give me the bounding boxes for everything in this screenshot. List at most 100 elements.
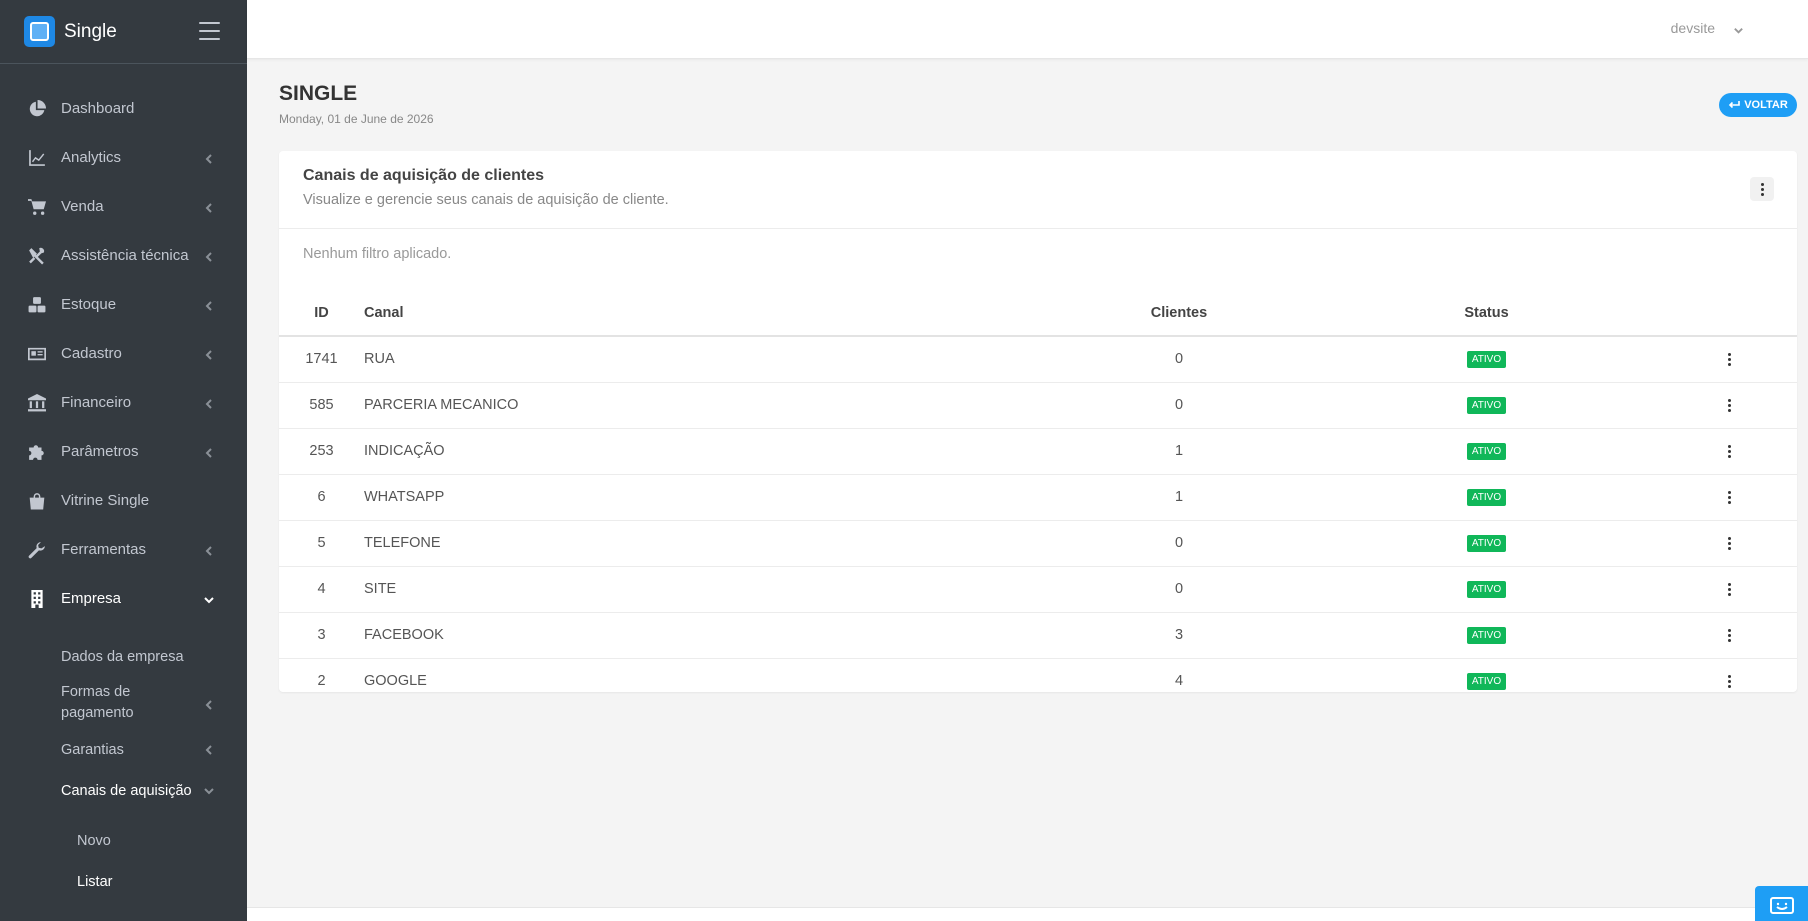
sidebar-item-assistencia-tecnica[interactable]: Assistência técnica [0,231,247,280]
user-name: devsite [1670,20,1715,36]
card-options-button[interactable] [1750,177,1774,201]
sidebar-subitem-label: Canais de aquisição [61,782,192,799]
sidebar-subitem-formas-de-pagamento[interactable]: Formas de pagamento [0,677,247,729]
cell-actions [1655,612,1797,659]
chevron-left-icon [203,201,215,213]
row-options-button[interactable] [1719,395,1739,415]
brand-name: Single [64,20,117,42]
row-options-button[interactable] [1719,671,1739,691]
row-options-button[interactable] [1719,441,1739,461]
cell-actions [1655,474,1797,521]
status-badge: ATIVO [1466,673,1507,691]
sidebar-item-label: Cadastro [61,345,122,362]
cell-status: ATIVO [1318,566,1655,613]
kebab-icon [1727,674,1731,688]
cell-canal: INDICAÇÃO [364,428,1040,475]
chart-pie-icon [28,99,46,118]
kebab-icon [1727,490,1731,504]
user-menu[interactable]: devsite [1671,20,1744,36]
page-title: SINGLE [279,82,358,105]
table-row: 1741 RUA 0 ATIVO [279,336,1797,383]
cell-id: 3 [279,612,364,659]
status-badge: ATIVO [1466,443,1507,460]
shopping-cart-icon [28,198,46,216]
sidebar-subitem-garantias[interactable]: Garantias [0,729,247,770]
table-row: 6 WHATSAPP 1 ATIVO [279,474,1797,521]
cell-clientes: 1 [1040,474,1318,521]
chevron-left-icon [203,348,215,360]
sidebar-item-label: Venda [61,198,104,215]
cell-id: 253 [279,428,364,475]
sidebar-subitem-label: Dados da empresa [61,648,184,665]
table-row: 4 SITE 0 ATIVO [279,566,1797,613]
sidebar-item-ferramentas[interactable]: Ferramentas [0,525,247,574]
sidebar-item-venda[interactable]: Venda [0,182,247,231]
cell-status: ATIVO [1318,474,1655,521]
back-button-label: VOLTAR [1744,99,1788,111]
chart-line-icon [28,149,46,167]
sidebar-subitem-novo[interactable]: Novo [0,820,247,861]
column-header-id[interactable]: ID [279,290,364,337]
status-badge: ATIVO [1466,627,1507,644]
table-header-row: ID Canal Clientes Status [279,290,1797,337]
sidebar-item-vitrine-single[interactable]: Vitrine Single [0,476,247,525]
table-row: 3 FACEBOOK 3 ATIVO [279,612,1797,659]
chevron-left-icon [203,250,215,262]
id-card-icon [28,345,46,363]
sidebar-item-dashboard[interactable]: Dashboard [0,84,247,133]
table-row: 5 TELEFONE 0 ATIVO [279,520,1797,567]
cell-id: 4 [279,566,364,613]
brand-logo-icon [24,16,55,47]
card-subtitle: Visualize e gerencie seus canais de aqui… [303,192,669,208]
sidebar-item-estoque[interactable]: Estoque [0,280,247,329]
cell-status: ATIVO [1318,612,1655,659]
sidebar-subitem-label: Novo [77,832,111,849]
sidebar: Single Dashboard Analytics Venda Assistê… [0,0,247,921]
kebab-icon [1727,398,1731,412]
column-header-clientes[interactable]: Clientes [1040,290,1318,337]
sidebar-subitem-canais-de-aquisicao[interactable]: Canais de aquisição [0,770,247,811]
row-options-button[interactable] [1719,625,1739,645]
column-header-status[interactable]: Status [1318,290,1655,337]
sidebar-subitem-listar[interactable]: Listar [0,861,247,902]
cell-actions [1655,428,1797,475]
sidebar-item-label: Empresa [61,590,122,607]
sidebar-item-analytics[interactable]: Analytics [0,133,247,182]
cell-canal: TELEFONE [364,520,1040,567]
sidebar-item-cadastro[interactable]: Cadastro [0,329,247,378]
chevron-left-icon [203,446,215,458]
cell-id: 2 [317,673,326,690]
sidebar-item-label: Assistência técnica [61,247,189,264]
sidebar-item-label: Ferramentas [61,541,147,558]
kebab-icon [1727,582,1731,596]
row-options-button[interactable] [1719,349,1739,369]
sidebar-item-parametros[interactable]: Parâmetros [0,427,247,476]
card-header: Canais de aquisição de clientes Visualiz… [279,151,1797,229]
kebab-icon [1727,628,1731,642]
sidebar-item-empresa[interactable]: Empresa [0,574,247,623]
cell-id: 1741 [279,336,364,383]
status-badge: ATIVO [1466,351,1507,369]
sidebar-nav: Dashboard Analytics Venda Assistência té… [0,64,247,623]
cell-canal: RUA [364,336,1040,383]
row-options-button[interactable] [1719,579,1739,599]
row-options-button[interactable] [1719,533,1739,553]
chevron-down-icon [203,785,215,797]
chevron-left-icon [203,397,215,409]
chevron-left-icon [203,152,215,164]
back-button[interactable]: VOLTAR [1719,93,1797,117]
column-header-canal[interactable]: Canal [364,290,1040,337]
sidebar-item-label: Vitrine Single [61,492,150,509]
chat-icon [1769,897,1794,914]
kebab-icon [1727,536,1731,550]
sidebar-item-financeiro[interactable]: Financeiro [0,378,247,427]
sidebar-subitem-label: Listar [77,873,113,890]
sidebar-subitem-dados-da-empresa[interactable]: Dados da empresa [0,636,247,677]
row-options-button[interactable] [1719,487,1739,507]
wrench-icon [28,541,46,559]
chat-widget-button[interactable] [1755,886,1808,921]
menu-toggle-icon[interactable] [199,22,220,40]
channels-card: Canais de aquisição de clientes Visualiz… [279,151,1797,692]
filter-status: Nenhum filtro aplicado. [303,246,452,262]
cell-status: ATIVO [1318,428,1655,475]
